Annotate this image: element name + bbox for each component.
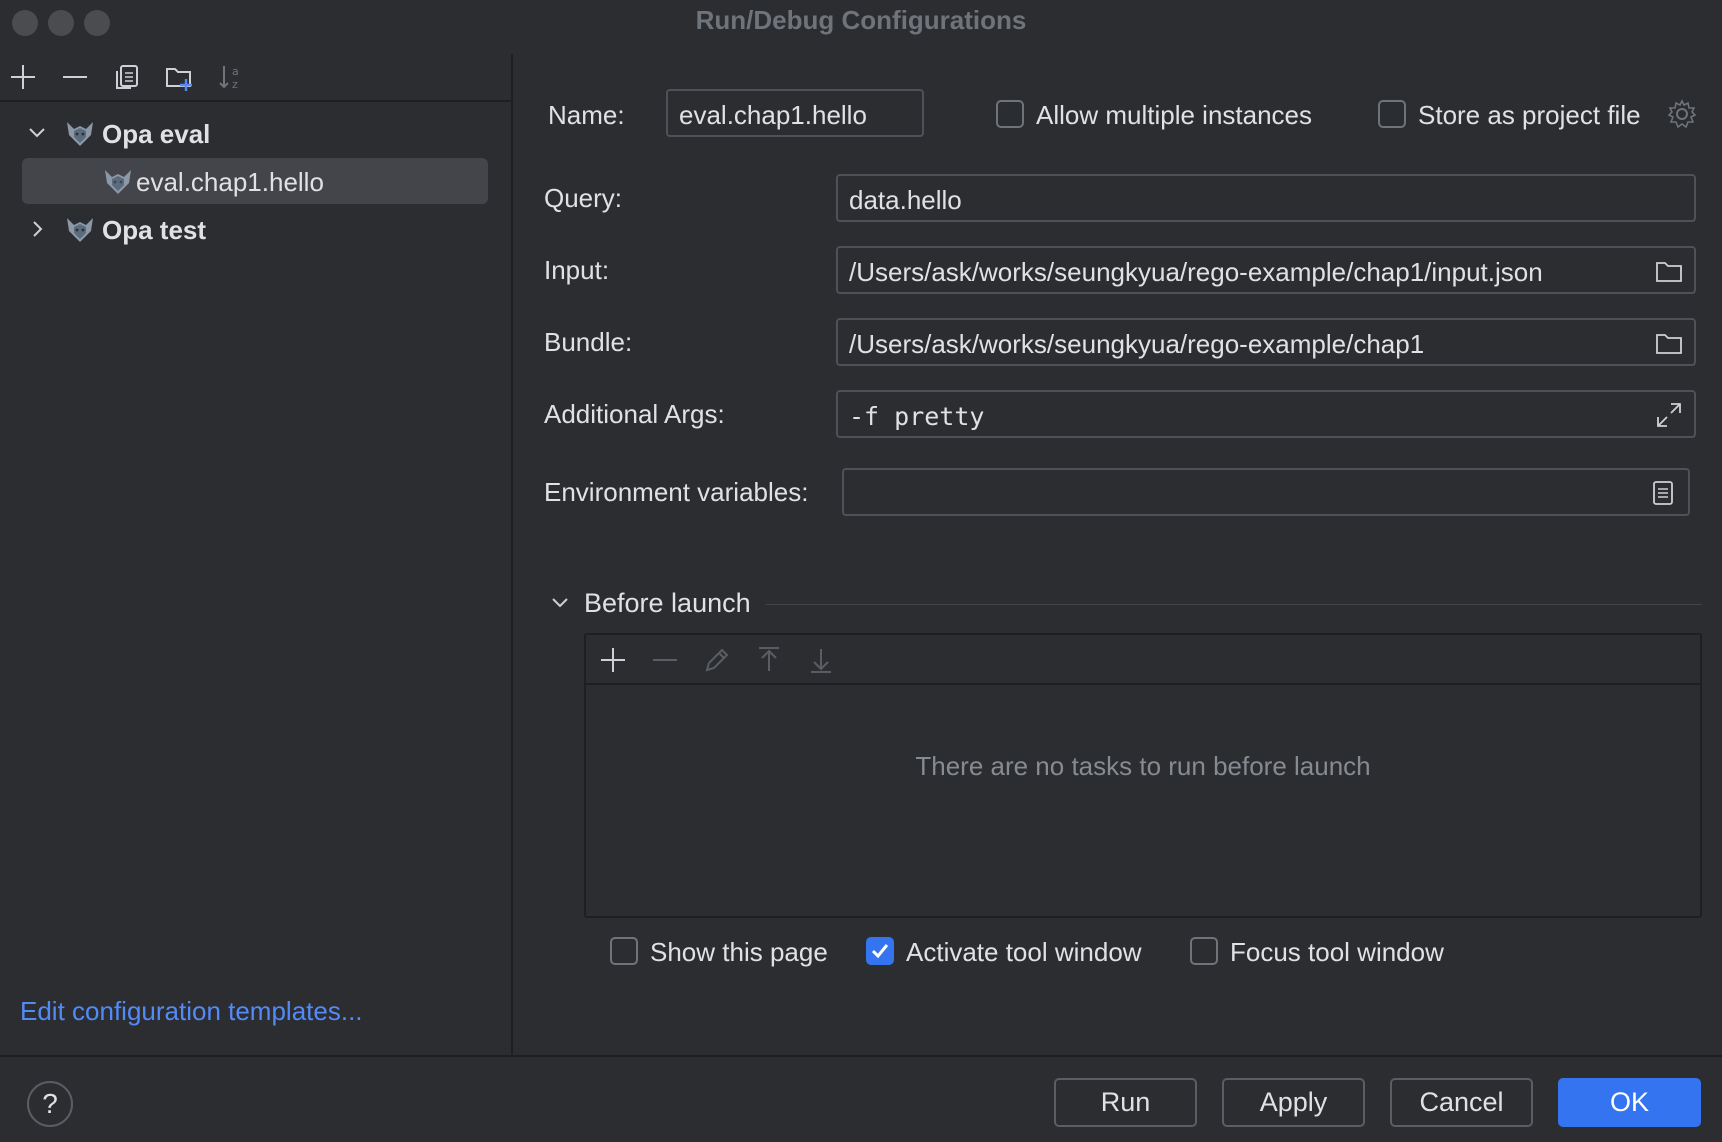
folder-add-icon [166,68,192,91]
folder-icon[interactable] [1654,256,1684,286]
configurations-sidebar: az Opa eval eval.chap1.hello Opa test Ed… [0,54,513,1055]
run-button[interactable]: Run [1054,1078,1197,1127]
additional-args-label: Additional Args: [544,399,725,429]
input-file-field[interactable]: /Users/ask/works/seungkyua/rego-example/… [836,246,1696,294]
empty-tasks-message: There are no tasks to run before launch [915,751,1371,781]
chevron-down-icon[interactable] [24,120,50,146]
bundle-field-value: /Users/ask/works/seungkyua/rego-example/… [849,329,1425,359]
input-file-value: /Users/ask/works/seungkyua/rego-example/… [849,257,1543,287]
allow-multiple-instances-checkbox[interactable] [996,100,1024,128]
before-launch-title[interactable]: Before launch [584,588,751,619]
bundle-label: Bundle: [544,327,633,357]
section-divider [766,604,1702,605]
folder-icon[interactable] [1654,328,1684,358]
add-configuration-button[interactable] [4,58,42,96]
activate-tool-window-label[interactable]: Activate tool window [906,937,1142,968]
move-up-icon[interactable] [752,643,786,677]
add-task-icon[interactable] [596,643,630,677]
before-launch-task-list: There are no tasks to run before launch [584,633,1702,918]
svg-text:z: z [232,78,238,91]
gear-icon[interactable] [1666,98,1698,130]
edit-configuration-templates-link[interactable]: Edit configuration templates... [20,996,363,1027]
copy-icon [116,65,138,89]
checkmark-icon [871,944,889,959]
apply-button[interactable]: Apply [1222,1078,1365,1127]
opa-icon [105,170,131,194]
window-title: Run/Debug Configurations [695,5,1027,35]
edit-task-icon[interactable] [700,643,734,677]
title-bar: Run/Debug Configurations [0,0,1722,44]
input-label: Input: [544,255,610,285]
show-this-page-label[interactable]: Show this page [650,937,828,968]
plus-icon [11,65,35,89]
opa-icon [67,218,93,242]
name-field-value: eval.chap1.hello [679,100,867,130]
before-launch-toolbar [586,635,1700,685]
focus-tool-window-label[interactable]: Focus tool window [1230,937,1444,968]
move-down-icon[interactable] [804,643,838,677]
name-label: Name: [548,100,625,130]
query-field-value: data.hello [849,185,962,215]
tree-item-label: eval.chap1.hello [136,167,324,197]
remove-task-icon[interactable] [648,643,682,677]
bottom-divider [0,1055,1722,1057]
query-label: Query: [544,183,623,213]
store-as-project-file-label[interactable]: Store as project file [1418,100,1641,131]
additional-args-value: -f pretty [849,402,985,431]
expand-icon[interactable] [1654,400,1684,430]
sort-configurations-button[interactable]: az [212,58,250,96]
tree-group-opa-test[interactable]: Opa test [22,206,488,252]
environment-variables-label: Environment variables: [544,477,809,507]
opa-icon [67,122,93,146]
copy-configuration-button[interactable] [108,58,146,96]
cancel-button[interactable]: Cancel [1390,1078,1533,1127]
bundle-field[interactable]: /Users/ask/works/seungkyua/rego-example/… [836,318,1696,366]
tree-group-label: Opa eval [102,119,211,149]
name-field[interactable]: eval.chap1.hello [666,89,924,137]
environment-variables-field[interactable] [842,468,1690,516]
ok-button[interactable]: OK [1558,1078,1701,1127]
query-field[interactable]: data.hello [836,174,1696,222]
run-debug-configurations-dialog: Run/Debug Configurations az Opa eval eva… [0,0,1722,1142]
focus-tool-window-checkbox[interactable] [1190,937,1218,965]
sidebar-toolbar: az [0,54,511,102]
document-icon[interactable] [1648,478,1678,508]
show-this-page-checkbox[interactable] [610,937,638,965]
sort-alphabetically-icon: az [219,65,239,91]
new-folder-button[interactable] [160,58,198,96]
additional-args-field[interactable]: -f pretty [836,390,1696,438]
help-button[interactable]: ? [27,1081,73,1127]
allow-multiple-instances-label[interactable]: Allow multiple instances [1036,100,1312,131]
svg-text:a: a [232,65,239,78]
remove-configuration-button[interactable] [56,58,94,96]
store-as-project-file-checkbox[interactable] [1378,100,1406,128]
activate-tool-window-checkbox[interactable] [866,937,894,965]
chevron-right-icon[interactable] [24,216,50,242]
chevron-down-icon[interactable] [548,591,572,615]
tree-item-eval-chap1-hello[interactable]: eval.chap1.hello [22,158,488,204]
minus-icon [63,76,87,78]
tree-group-opa-eval[interactable]: Opa eval [22,110,488,156]
tree-group-label: Opa test [102,215,207,245]
